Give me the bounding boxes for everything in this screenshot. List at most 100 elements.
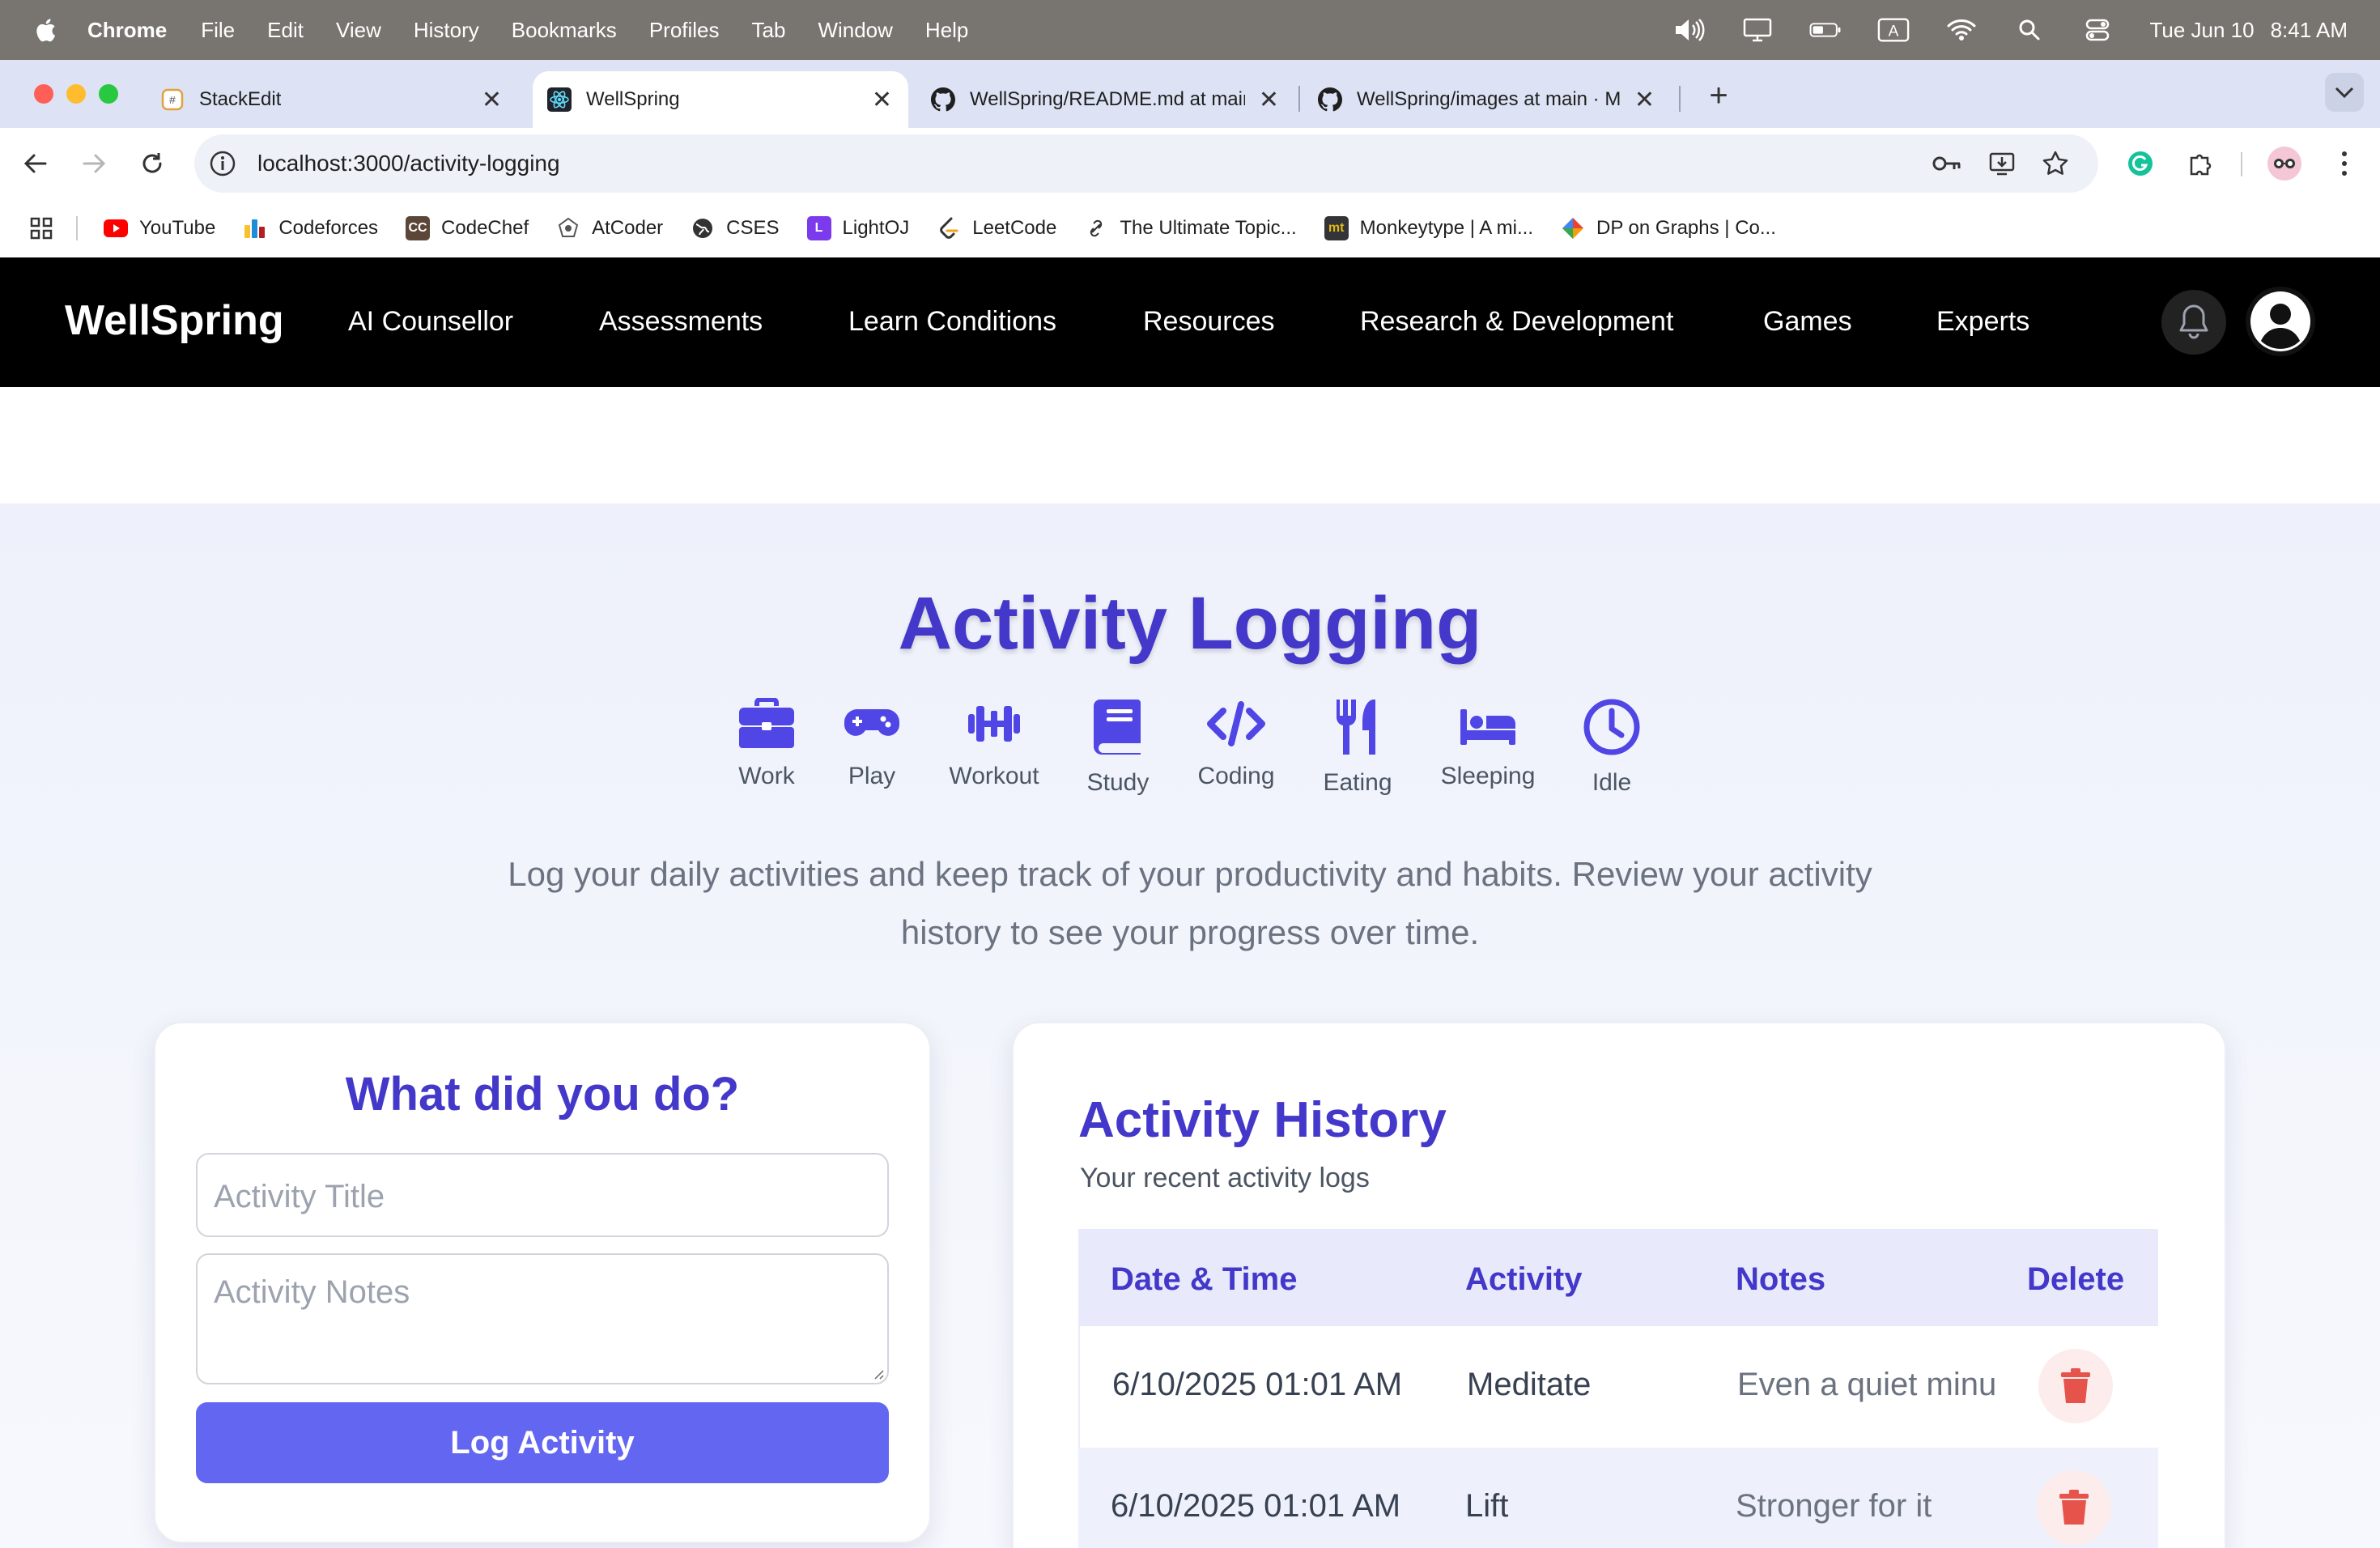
close-icon[interactable]: ✕ <box>872 86 892 114</box>
category-work: Work <box>710 698 823 790</box>
bookmark-star-icon[interactable] <box>2042 150 2069 177</box>
log-activity-button[interactable]: Log Activity <box>196 1402 889 1483</box>
nav-ai-counsellor[interactable]: AI Counsellor <box>348 306 513 338</box>
menu-window[interactable]: Window <box>818 18 892 43</box>
tab-title: WellSpring <box>586 88 680 110</box>
cell-notes: Even a quiet minu <box>1737 1367 1996 1402</box>
display-icon[interactable] <box>1741 16 1774 44</box>
input-source-icon[interactable]: A <box>1877 16 1910 44</box>
window-minimize-button[interactable] <box>66 84 86 104</box>
tab-github-images[interactable]: WellSpring/images at main · M ✕ <box>1307 71 1671 128</box>
tab-stackedit[interactable]: # StackEdit ✕ <box>146 71 518 128</box>
bookmark-label: AtCoder <box>592 217 664 239</box>
menu-app-name[interactable]: Chrome <box>87 18 167 43</box>
spotlight-search-icon[interactable] <box>2013 16 2046 44</box>
category-label: Eating <box>1323 769 1392 796</box>
menu-edit[interactable]: Edit <box>267 18 304 43</box>
react-icon <box>547 87 572 112</box>
close-icon[interactable]: ✕ <box>482 86 502 114</box>
column-date-time: Date & Time <box>1111 1261 1298 1297</box>
history-table-header: Date & Time Activity Notes Delete <box>1078 1229 2158 1326</box>
toolbar-divider <box>2241 152 2242 176</box>
control-center-icon[interactable] <box>2081 16 2114 44</box>
menu-help[interactable]: Help <box>925 18 968 43</box>
bookmark-label: Monkeytype | A mi... <box>1359 217 1533 239</box>
site-info-icon[interactable] <box>209 150 236 177</box>
tab-title: WellSpring/images at main · M <box>1357 88 1621 110</box>
bookmark-leetcode[interactable]: LeetCode <box>937 216 1056 240</box>
close-icon[interactable]: ✕ <box>1634 86 1655 114</box>
activity-notes-textarea[interactable]: Activity Notes <box>196 1253 889 1384</box>
volume-icon[interactable] <box>1673 16 1706 44</box>
nav-resources[interactable]: Resources <box>1143 306 1275 338</box>
grammarly-extension-icon[interactable] <box>2123 146 2158 181</box>
tab-separator <box>1298 86 1300 112</box>
battery-icon[interactable] <box>1809 16 1842 44</box>
nav-learn-conditions[interactable]: Learn Conditions <box>848 306 1056 338</box>
back-button[interactable] <box>18 146 53 181</box>
delete-button[interactable] <box>2038 1349 2113 1423</box>
tab-github-readme[interactable]: WellSpring/README.md at main ✕ <box>920 71 1295 128</box>
reload-button[interactable] <box>134 146 170 181</box>
extensions-puzzle-icon[interactable] <box>2182 146 2218 181</box>
menu-file[interactable]: File <box>201 18 235 43</box>
bookmark-monkeytype[interactable]: mt Monkeytype | A mi... <box>1324 216 1533 240</box>
tab-separator <box>1679 86 1681 112</box>
codechef-icon: CC <box>406 216 431 240</box>
form-title: What did you do? <box>345 1068 740 1121</box>
cell-activity: Meditate <box>1467 1367 1592 1402</box>
bookmark-label: The Ultimate Topic... <box>1120 217 1297 239</box>
new-tab-button[interactable]: + <box>1700 78 1737 114</box>
install-app-icon[interactable] <box>1988 150 2016 177</box>
activity-history-card: Activity History Your recent activity lo… <box>1012 1022 2226 1548</box>
bookmark-codeforces[interactable]: Codeforces <box>243 216 378 240</box>
address-bar[interactable]: localhost:3000/activity-logging <box>194 134 2098 193</box>
resize-handle-icon[interactable] <box>873 1368 884 1380</box>
trash-icon <box>2059 1490 2089 1525</box>
user-menu-button[interactable] <box>2246 287 2315 356</box>
bookmark-label: LeetCode <box>972 217 1057 239</box>
category-eating: Eating <box>1301 698 1414 797</box>
bookmark-cses[interactable]: CSES <box>691 216 780 240</box>
category-label: Idle <box>1592 769 1632 796</box>
menu-tab[interactable]: Tab <box>752 18 786 43</box>
forward-button[interactable] <box>76 146 112 181</box>
nav-assessments[interactable]: Assessments <box>599 306 763 338</box>
menu-profiles[interactable]: Profiles <box>649 18 720 43</box>
menu-view[interactable]: View <box>336 18 381 43</box>
password-key-icon[interactable] <box>1932 153 1962 174</box>
browser-menu-icon[interactable] <box>2327 146 2362 181</box>
window-close-button[interactable] <box>34 84 53 104</box>
tab-wellspring[interactable]: WellSpring ✕ <box>533 71 908 128</box>
tab-search-button[interactable] <box>2325 73 2364 112</box>
bookmark-codechef[interactable]: CC CodeChef <box>406 216 529 240</box>
bookmark-dp-on-graphs[interactable]: DP on Graphs | Co... <box>1561 216 1776 240</box>
delete-button[interactable] <box>2037 1470 2111 1545</box>
nav-games[interactable]: Games <box>1763 306 1852 338</box>
profile-avatar-icon[interactable] <box>2267 146 2302 181</box>
briefcase-icon <box>739 698 794 748</box>
menu-bookmarks[interactable]: Bookmarks <box>512 18 617 43</box>
bookmark-atcoder[interactable]: AtCoder <box>556 216 663 240</box>
category-workout: Workout <box>937 698 1051 790</box>
nav-research-development[interactable]: Research & Development <box>1360 306 1673 338</box>
apple-icon[interactable] <box>32 16 57 44</box>
nav-experts[interactable]: Experts <box>1936 306 2029 338</box>
activity-title-input[interactable]: Activity Title <box>196 1153 889 1237</box>
user-avatar-icon <box>2250 291 2310 351</box>
address-url[interactable]: localhost:3000/activity-logging <box>257 151 560 176</box>
arrow-right-icon <box>83 154 106 173</box>
bookmark-lightoj[interactable]: L LightOJ <box>806 216 909 240</box>
bookmark-ultimate-topic[interactable]: The Ultimate Topic... <box>1084 216 1297 240</box>
menu-history[interactable]: History <box>414 18 479 43</box>
category-label: Work <box>738 763 795 789</box>
apps-grid-icon[interactable] <box>29 216 53 240</box>
close-icon[interactable]: ✕ <box>1259 86 1279 114</box>
menubar-clock[interactable]: Tue Jun 10 8:41 AM <box>2149 18 2348 43</box>
category-label: Coding <box>1197 763 1275 789</box>
bookmark-youtube[interactable]: YouTube <box>104 216 215 240</box>
site-brand[interactable]: WellSpring <box>65 296 284 345</box>
notifications-button[interactable] <box>2161 290 2226 355</box>
window-zoom-button[interactable] <box>99 84 118 104</box>
wifi-icon[interactable] <box>1945 16 1978 44</box>
